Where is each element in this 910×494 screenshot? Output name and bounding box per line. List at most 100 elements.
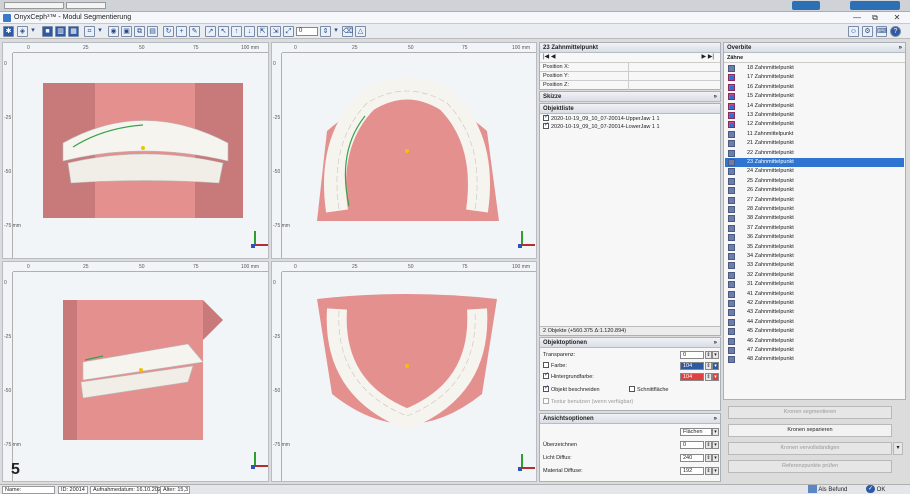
skizze-header[interactable]: Skizze » xyxy=(540,92,720,102)
copy-icon[interactable]: ⧉ xyxy=(134,26,145,37)
print-icon[interactable]: ▤ xyxy=(147,26,158,37)
tooth-list-item[interactable]: 43 Zahnmittelpunkt xyxy=(725,308,904,317)
tooth-list-item[interactable]: 46 Zahnmittelpunkt xyxy=(725,337,904,346)
grid-icon[interactable]: ⌗ xyxy=(84,26,95,37)
patient-icon[interactable]: ☺ xyxy=(848,26,859,37)
first-icon[interactable]: |◀ xyxy=(543,54,549,60)
transparenz-input[interactable]: 0 xyxy=(680,351,704,359)
overview-header[interactable]: Overbite » xyxy=(724,43,905,53)
tooth-list-item[interactable]: 12 Zahnmittelpunkt xyxy=(725,120,904,129)
spin-arrows-icon[interactable]: ⇕ xyxy=(705,351,712,359)
tooth-list-item[interactable]: 24 Zahnmittelpunkt xyxy=(725,167,904,176)
hintergrundfarbe-checkbox[interactable] xyxy=(543,371,549,380)
dropdown-arrow-icon[interactable]: ▾ xyxy=(30,26,36,37)
object-list-item[interactable]: 2020-10-19_09_10_07-20014-LowerJaw 1 1 xyxy=(540,121,720,132)
paint-icon[interactable]: ✎ xyxy=(189,26,200,37)
dropdown-arrow-icon[interactable]: ▾ xyxy=(712,428,719,436)
minimize-button[interactable]: — xyxy=(850,13,864,23)
tooth-list-item[interactable]: 22 Zahnmittelpunkt xyxy=(725,149,904,158)
spin-arrows-icon[interactable]: ⇕ xyxy=(705,362,712,370)
color-picker-icon[interactable]: ▾ xyxy=(712,362,719,370)
tooth-list-item[interactable]: 44 Zahnmittelpunkt xyxy=(725,318,904,327)
chevron-up-icon[interactable]: » xyxy=(714,338,717,348)
help-icon[interactable]: ? xyxy=(890,26,901,37)
spin-arrows-icon[interactable]: ⇕ xyxy=(705,373,712,381)
cropped-button[interactable] xyxy=(850,1,900,10)
schnittflaeche-row[interactable]: Schnittfläche xyxy=(626,385,720,395)
dropdown-arrow-icon[interactable]: ▾ xyxy=(97,26,103,37)
add-point-icon[interactable]: + xyxy=(176,26,187,37)
chevron-down-icon[interactable]: » xyxy=(714,92,717,102)
hintergrundfarbe-value[interactable]: 104 xyxy=(680,373,704,381)
tooth-list-item[interactable]: 35 Zahnmittelpunkt xyxy=(725,243,904,252)
tooth-list-item[interactable]: 34 Zahnmittelpunkt xyxy=(725,252,904,261)
spin-arrows-icon[interactable]: ⇕ xyxy=(705,454,712,462)
split-view-icon[interactable]: ▥ xyxy=(55,26,66,37)
close-button[interactable]: ✕ xyxy=(890,13,904,23)
referenzpunkte-pruefen-button[interactable]: Referenzpunkte prüfen xyxy=(728,460,892,473)
spin-arrows-icon[interactable]: ⇕ xyxy=(705,441,712,449)
viewport-frontal[interactable]: 0 25 50 75 100 mm 0 -25 -50 -75 mm xyxy=(2,42,269,259)
tooth-list-item[interactable]: 21 Zahnmittelpunkt xyxy=(725,139,904,148)
dropdown-arrow-icon[interactable]: ▾ xyxy=(893,442,903,455)
dropdown-arrow-icon[interactable]: ▾ xyxy=(712,441,719,449)
tooth-list-item[interactable]: 13 Zahnmittelpunkt xyxy=(725,111,904,120)
spin-arrows-icon[interactable]: ⇕ xyxy=(705,467,712,475)
tooth-list-item[interactable]: 16 Zahnmittelpunkt xyxy=(725,83,904,92)
view-bottom-icon[interactable]: ↓ xyxy=(244,26,255,37)
view-custom-icon[interactable]: ⤢ xyxy=(283,26,294,37)
ansichtsoptionen-header[interactable]: Ansichtsoptionen » xyxy=(540,414,720,424)
tooth-list-item[interactable]: 17 Zahnmittelpunkt xyxy=(725,73,904,82)
view-right-icon[interactable]: ↗ xyxy=(205,26,216,37)
measure-icon[interactable]: △ xyxy=(355,26,366,37)
viewport-occlusal-lower[interactable]: 0 25 50 75 100 mm 0 -25 -50 -75 mm xyxy=(271,261,537,482)
rotate-icon[interactable]: ↻ xyxy=(163,26,174,37)
tooth-list-item[interactable]: 41 Zahnmittelpunkt xyxy=(725,290,904,299)
prev-icon[interactable]: ◀ xyxy=(551,54,556,60)
tooth-list-item[interactable]: 48 Zahnmittelpunkt xyxy=(725,355,904,364)
material-input[interactable]: 192 xyxy=(680,467,704,475)
tooth-list-item[interactable]: 25 Zahnmittelpunkt xyxy=(725,177,904,186)
tooth-list-item[interactable]: 26 Zahnmittelpunkt xyxy=(725,186,904,195)
dropdown-arrow-icon[interactable]: ▾ xyxy=(712,454,719,462)
dropdown-arrow-icon[interactable]: ▾ xyxy=(333,26,339,37)
kronen-separieren-button[interactable]: Kronen separieren xyxy=(728,424,892,437)
farbe-checkbox[interactable] xyxy=(543,361,549,368)
ueberzeichnen-input[interactable]: 0 xyxy=(680,441,704,449)
settings-icon[interactable]: ✱ xyxy=(3,26,14,37)
position-z-value[interactable] xyxy=(628,81,720,90)
licht-input[interactable]: 240 xyxy=(680,454,704,462)
restore-button[interactable]: ⧉ xyxy=(868,13,882,23)
viewport-lateral[interactable]: 0 25 50 75 100 mm 0 -25 -50 -75 mm 5 xyxy=(2,261,269,482)
kronen-vervollstaendigen-button[interactable]: Kronen vervollständigen xyxy=(728,442,892,455)
objektoptionen-header[interactable]: Objektoptionen » xyxy=(540,338,720,348)
slider-value-input[interactable]: 0 xyxy=(296,27,318,36)
skizze-panel[interactable]: Skizze » xyxy=(539,91,721,102)
tooth-list-item[interactable]: 27 Zahnmittelpunkt xyxy=(725,196,904,205)
tooth-list-item[interactable]: 47 Zahnmittelpunkt xyxy=(725,346,904,355)
screenshot-icon[interactable]: ▣ xyxy=(121,26,132,37)
next-last-icon[interactable]: ▶ ▶| xyxy=(702,53,714,62)
tooth-list-item[interactable]: 33 Zahnmittelpunkt xyxy=(725,261,904,270)
objekt-beschneiden-checkbox[interactable] xyxy=(543,384,549,393)
tooth-list-item[interactable]: 11 Zahnmittelpunkt xyxy=(725,130,904,139)
object-checkbox[interactable] xyxy=(543,121,549,130)
chevron-down-icon[interactable]: » xyxy=(899,43,902,53)
tooth-list-item[interactable]: 28 Zahnmittelpunkt xyxy=(725,205,904,214)
color-picker-icon[interactable]: ▾ xyxy=(712,373,719,381)
camera-icon[interactable]: ◉ xyxy=(108,26,119,37)
dropdown-arrow-icon[interactable]: ▾ xyxy=(712,467,719,475)
kronen-segmentieren-button[interactable]: Kronen segmentieren xyxy=(728,406,892,419)
dropdown-arrow-icon[interactable]: ▾ xyxy=(712,351,719,359)
tooth-list-item[interactable]: 32 Zahnmittelpunkt xyxy=(725,271,904,280)
spin-icon[interactable]: ⇕ xyxy=(320,26,331,37)
tooth-list-item[interactable]: 45 Zahnmittelpunkt xyxy=(725,327,904,336)
tooth-list-item[interactable]: 42 Zahnmittelpunkt xyxy=(725,299,904,308)
eraser-icon[interactable]: ⌫ xyxy=(342,26,353,37)
keyboard-icon[interactable]: ⌨ xyxy=(876,26,887,37)
settings-icon[interactable]: ⚙ xyxy=(862,26,873,37)
tooth-list-item[interactable]: 31 Zahnmittelpunkt xyxy=(725,280,904,289)
tooth-list-item[interactable]: 15 Zahnmittelpunkt xyxy=(725,92,904,101)
view-top-icon[interactable]: ↑ xyxy=(231,26,242,37)
tooth-list-item[interactable]: 18 Zahnmittelpunkt xyxy=(725,64,904,73)
